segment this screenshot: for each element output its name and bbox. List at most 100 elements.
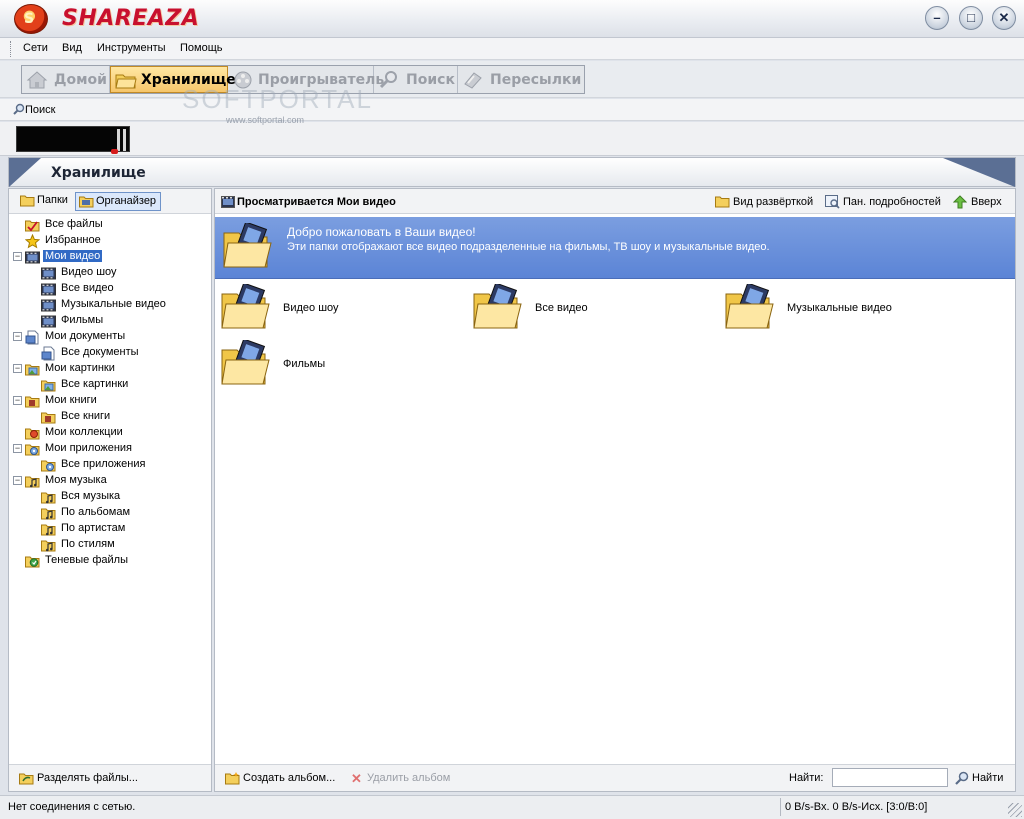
navigation-bar: Домой Хранилище Проигрыватель Поиск Пере… [0, 61, 1024, 98]
new-folder-icon [225, 772, 240, 788]
video-folder-icon [221, 221, 273, 274]
tab-folders[interactable]: Папки [17, 192, 72, 211]
share-files-button[interactable]: Разделять файлы... [19, 772, 138, 785]
tree-item-label: Все книги [61, 410, 111, 422]
up-arrow-icon [952, 195, 968, 212]
menu-help[interactable]: Помощь [180, 42, 223, 54]
music-icon [25, 474, 40, 492]
tree-collapse-toggle[interactable]: − [13, 252, 22, 261]
detail-panel-button[interactable]: Пан. подробностей [825, 195, 941, 209]
find-button[interactable]: Найти [955, 771, 1004, 785]
folder-label: Видео шоу [283, 302, 339, 314]
tab-search-label: Поиск [406, 71, 455, 88]
menu-bar: Сети Вид Инструменты Помощь [0, 38, 1024, 60]
video-folder-tile[interactable]: Все видео [471, 282, 711, 336]
left-footer: Разделять файлы... [9, 764, 211, 791]
tab-search[interactable]: Поиск [374, 66, 458, 93]
close-button[interactable]: ✕ [992, 6, 1016, 30]
header-decoration [9, 158, 41, 187]
up-button[interactable]: Вверх [952, 195, 1002, 209]
delete-album-label: Удалить альбом [367, 772, 451, 784]
tab-transfers[interactable]: Пересылки [458, 66, 584, 93]
menu-view[interactable]: Вид [62, 42, 82, 54]
video-folder-icon [219, 282, 271, 335]
welcome-banner: Добро пожаловать в Ваши видео! Эти папки… [215, 217, 1015, 279]
organizer-icon [79, 195, 94, 211]
tab-folders-label: Папки [37, 194, 68, 206]
video-folder-tile[interactable]: Музыкальные видео [723, 282, 963, 336]
tree-collapse-toggle[interactable]: − [13, 396, 22, 405]
tab-organizer-label: Органайзер [96, 195, 157, 207]
folder-label: Музыкальные видео [787, 302, 892, 314]
tree-collapse-toggle[interactable]: − [13, 364, 22, 373]
film-icon [25, 250, 40, 268]
tree-mode-tabs: Папки Органайзер [9, 189, 211, 214]
ghost-files-icon [25, 554, 40, 572]
folder-icon [20, 194, 35, 210]
tree-collapse-toggle[interactable]: − [13, 444, 22, 453]
bandwidth-monitor[interactable] [16, 126, 130, 154]
tab-transfers-label: Пересылки [490, 71, 582, 88]
tree-item-label: Мои видео [43, 250, 103, 262]
home-icon [26, 70, 50, 90]
tree-item-label: Все файлы [45, 218, 103, 230]
tree-item-label: Теневые файлы [45, 554, 128, 566]
tree-item-label: По артистам [61, 522, 126, 534]
folder-icon [715, 195, 730, 211]
resize-grip[interactable] [1008, 803, 1022, 817]
tree-item-label: Фильмы [61, 314, 104, 326]
delete-album-button[interactable]: ✕ Удалить альбом [349, 771, 451, 786]
browsing-location: Просматривается Мои видео [221, 196, 396, 208]
browsing-label: Просматривается Мои видео [237, 196, 396, 208]
create-album-button[interactable]: Создать альбом... [225, 772, 336, 785]
watermark-url: www.softportal.com [226, 115, 305, 125]
tree-item-label: Все картинки [61, 378, 129, 390]
find-button-label: Найти [972, 772, 1004, 784]
tree-item-label: Мои картинки [45, 362, 115, 374]
quick-search-bar: Поиск [0, 99, 1024, 121]
monitor-indicator [111, 149, 118, 154]
books-icon [25, 394, 40, 412]
tab-home-label: Домой [54, 71, 107, 88]
folder-icon [115, 70, 137, 90]
find-label: Найти: [789, 772, 824, 784]
tree-item-label: Мои коллекции [45, 426, 123, 438]
search-icon [13, 103, 25, 115]
quick-search-label: Поиск [25, 104, 56, 116]
title-bar[interactable]: S SHAREAZA – □ ✕ [0, 0, 1024, 38]
welcome-subtitle: Эти папки отображают все видео подраздел… [287, 241, 770, 253]
find-input[interactable] [832, 768, 948, 787]
view-expanded-label: Вид развёрткой [733, 196, 814, 208]
right-footer: Создать альбом... ✕ Удалить альбом Найти… [215, 764, 1015, 791]
document-icon [25, 330, 40, 348]
detail-panel-label: Пан. подробностей [843, 196, 941, 208]
minimize-button[interactable]: – [925, 6, 949, 30]
app-title: SHAREAZA [62, 6, 200, 31]
monitor-bar-line [117, 129, 120, 151]
video-folder-icon [219, 338, 271, 391]
tree-item-label: Все документы [61, 346, 139, 358]
tree-item-label: Моя музыка [45, 474, 107, 486]
tab-organizer[interactable]: Органайзер [75, 192, 162, 211]
watermark: SOFTPORTAL [182, 84, 373, 114]
maximize-button[interactable]: □ [959, 6, 983, 30]
share-folder-icon [19, 772, 34, 788]
tab-home[interactable]: Домой [22, 66, 110, 93]
quick-search-button[interactable]: Поиск [13, 103, 55, 116]
menu-networks[interactable]: Сети [23, 42, 48, 54]
tree-collapse-toggle[interactable]: − [13, 332, 22, 341]
tree-collapse-toggle[interactable]: − [13, 476, 22, 485]
video-folder-tile[interactable]: Видео шоу [219, 282, 459, 336]
shareaza-logo-icon[interactable]: S [14, 4, 48, 34]
create-album-label: Создать альбом... [243, 772, 336, 784]
content-toolbar: Просматривается Мои видео Вид развёрткой… [215, 189, 1015, 214]
view-expanded-button[interactable]: Вид развёрткой [715, 196, 813, 208]
tree-item-label: Все видео [61, 282, 114, 294]
status-bar: Нет соединения с сетью. 0 B/s-Вх. 0 B/s-… [0, 795, 1024, 819]
section-header: Хранилище [8, 157, 1016, 187]
toolbar-grip[interactable] [10, 41, 13, 57]
video-folder-icon [471, 282, 523, 335]
menu-tools[interactable]: Инструменты [97, 42, 166, 54]
monitor-bar [0, 122, 1024, 156]
video-folder-tile[interactable]: Фильмы [219, 338, 459, 392]
